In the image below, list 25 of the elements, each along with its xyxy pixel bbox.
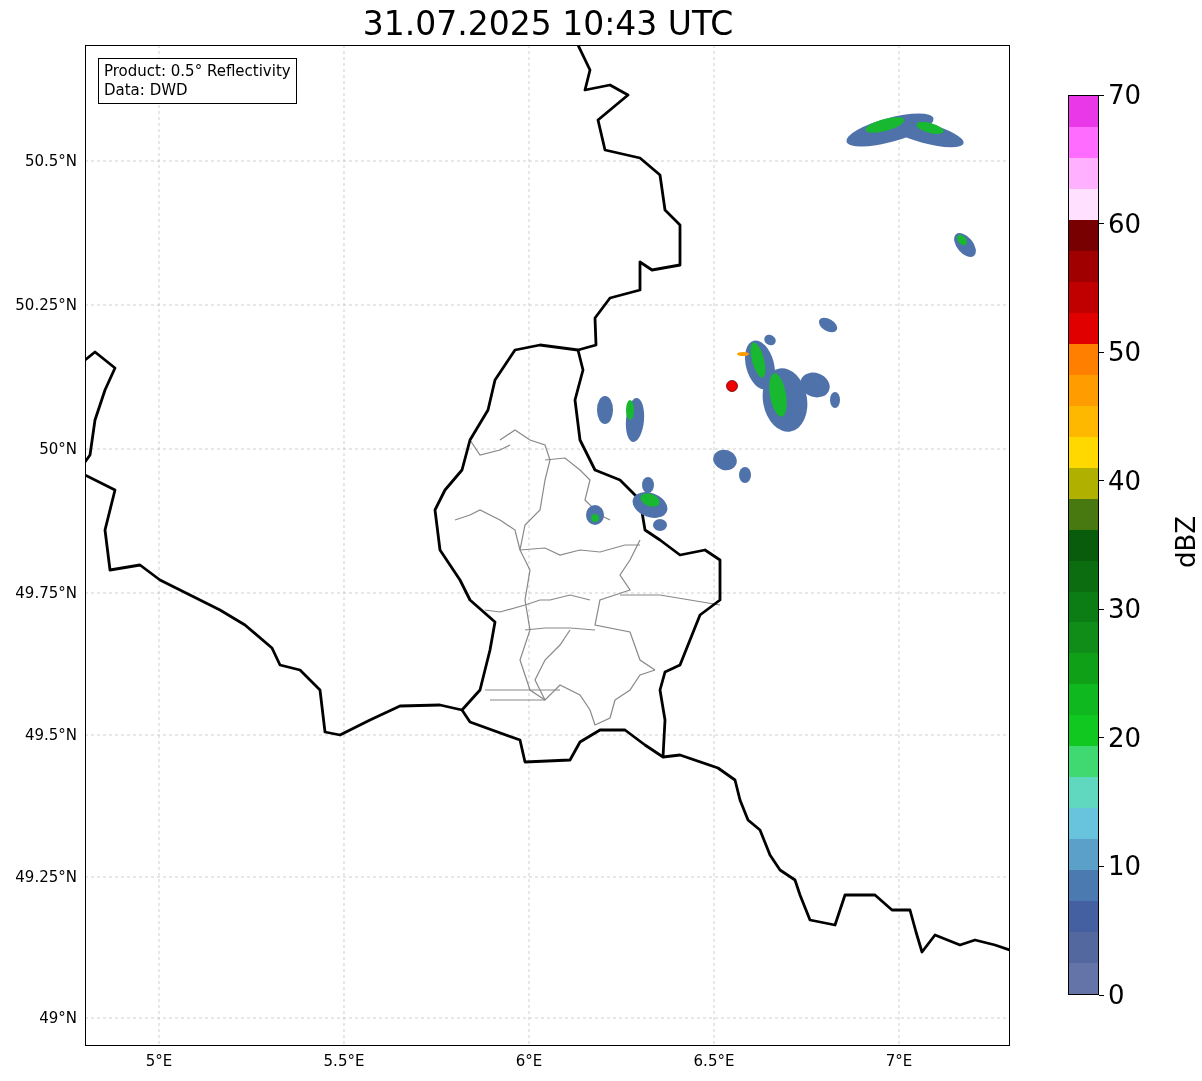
location-marker-icon xyxy=(726,380,738,392)
legend-text: Data: DWD xyxy=(104,81,189,100)
tick-label: 50.5°N xyxy=(24,152,77,170)
tick-label: 6°E xyxy=(515,1052,543,1070)
tick-label: 20 xyxy=(1108,722,1142,753)
tick-label: 5.5°E xyxy=(323,1052,365,1070)
tick-label: 49°N xyxy=(39,1009,77,1027)
tick-label: 50 xyxy=(1108,337,1142,368)
tick-label: 50.25°N xyxy=(15,296,77,314)
axis-label: dBZ xyxy=(1171,515,1202,569)
tick-label: 49.25°N xyxy=(15,868,77,886)
tick-label: 49.5°N xyxy=(24,726,77,744)
tick-label: 70 xyxy=(1108,80,1142,110)
tick-label: 50°N xyxy=(39,440,77,458)
tick-label: 6.5°E xyxy=(693,1052,735,1070)
tick-label: 30 xyxy=(1108,594,1142,625)
tick-label: 5°E xyxy=(145,1052,173,1070)
tick-label: 0 xyxy=(1108,980,1125,1010)
tick-label: 49.75°N xyxy=(15,584,77,602)
chart-title: 31.07.2025 10:43 UTC xyxy=(361,4,735,43)
tick-label: 60 xyxy=(1108,208,1142,239)
tick-label: 7°E xyxy=(885,1052,913,1070)
tick-label: 10 xyxy=(1108,851,1142,882)
tick-label: 40 xyxy=(1108,465,1142,496)
legend-text: Product: 0.5° Reflectivity xyxy=(104,62,291,81)
